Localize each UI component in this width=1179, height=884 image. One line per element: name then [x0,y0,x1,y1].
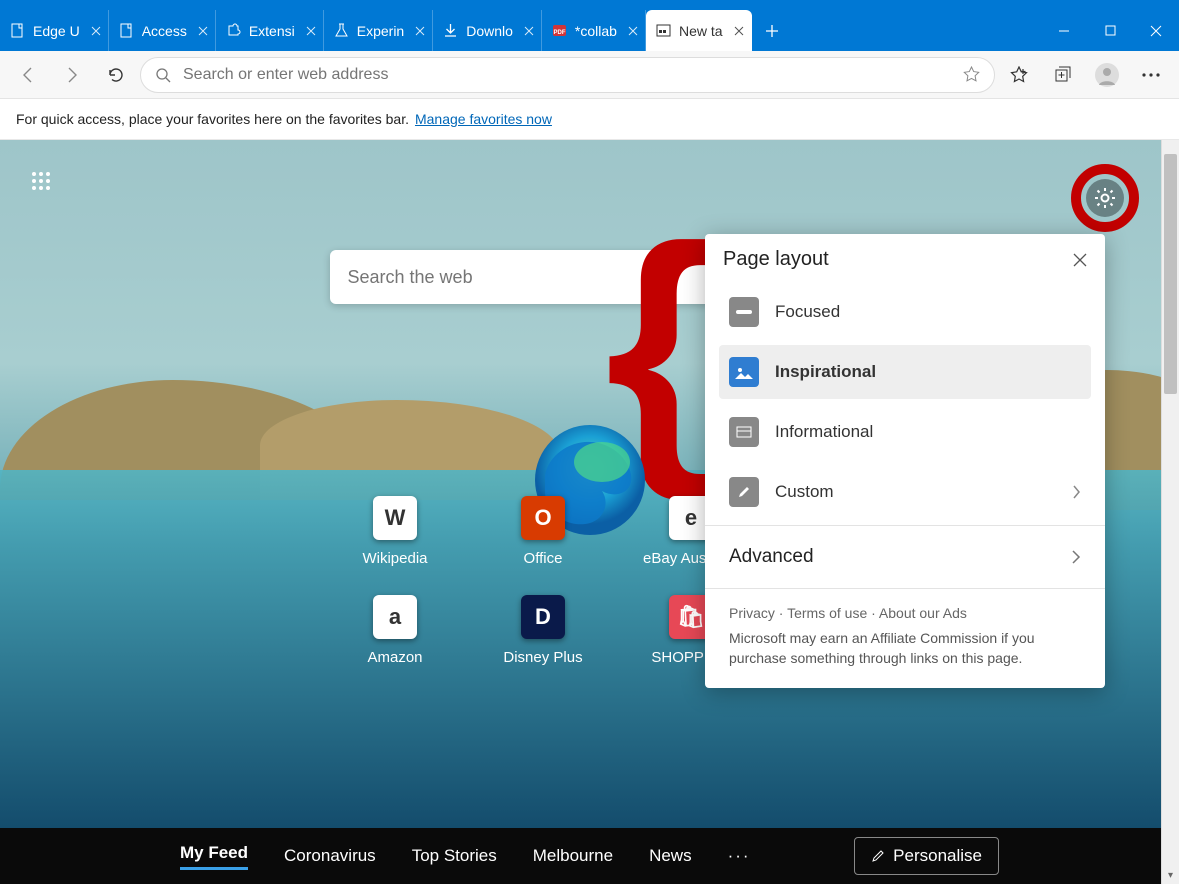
profile-button[interactable] [1087,55,1127,95]
back-button[interactable] [8,55,48,95]
page-settings-button[interactable] [1081,164,1115,198]
tab-close-button[interactable] [303,23,319,39]
quick-link-amazon[interactable]: a Amazon [367,595,422,666]
collections-button[interactable] [1043,55,1083,95]
popover-title: Page layout [723,248,829,271]
tab-access[interactable]: Access [109,10,216,51]
scroll-down-arrow[interactable]: ▾ [1162,866,1179,884]
tab-downlo[interactable]: Downlo [433,10,542,51]
vertical-scrollbar[interactable]: ▾ [1161,140,1179,884]
tab-close-button[interactable] [625,23,641,39]
footer-link-about-our-ads[interactable]: About our Ads [879,605,967,621]
feed-tab-coronavirus[interactable]: Coronavirus [284,846,376,866]
browser-toolbar [0,51,1179,99]
app-launcher-icon[interactable] [24,164,58,198]
feed-tab-top-stories[interactable]: Top Stories [412,846,497,866]
tab-label: Experin [357,23,404,39]
tile-label: Office [524,550,563,567]
page-layout-popover: Page layout Focused Inspirational Informat… [705,234,1105,688]
tab-icon [119,23,134,38]
pencil-icon [871,849,885,863]
layout-option-label: Custom [775,482,834,502]
tile-icon: a [373,595,417,639]
tile-icon: O [521,496,565,540]
window-maximize-button[interactable] [1087,10,1133,51]
svg-text:PDF: PDF [553,30,565,36]
favorites-bar: For quick access, place your favorites h… [0,99,1179,140]
tab-icon [656,23,671,38]
favorites-bar-text: For quick access, place your favorites h… [16,111,409,127]
tab-close-button[interactable] [521,23,537,39]
feed-tab-my-feed[interactable]: My Feed [180,843,248,870]
window-close-button[interactable] [1133,10,1179,51]
new-tab-page: { WWikipediaOOfficeeeBay AustraliaaAmazo… [0,140,1179,884]
refresh-button[interactable] [96,55,136,95]
tile-icon: D [521,595,565,639]
tab-edgeu[interactable]: Edge U [0,10,109,51]
tab-strip: Edge U Access Extensi Experin Downlo PDF *coll… [0,10,1179,51]
layout-option-custom[interactable]: Custom [719,465,1091,519]
manage-favorites-link[interactable]: Manage favorites now [415,111,552,127]
address-bar[interactable] [140,57,995,93]
tab-extensi[interactable]: Extensi [216,10,324,51]
star-outline-icon[interactable] [963,66,980,83]
popover-close-button[interactable] [1073,253,1087,267]
favorites-button[interactable] [999,55,1039,95]
layout-option-label: Inspirational [775,362,876,382]
tab-icon: PDF [552,23,567,38]
tab-close-button[interactable] [195,23,211,39]
chevron-right-icon [1072,485,1081,499]
footer-link-terms-of-use[interactable]: Terms of use [787,605,867,621]
quick-link-disney-plus[interactable]: D Disney Plus [503,595,582,666]
tab-label: Downlo [466,23,513,39]
close-icon [1073,253,1087,267]
tab-label: New ta [679,23,723,39]
layout-option-label: Informational [775,422,873,442]
scrollbar-thumb[interactable] [1164,154,1177,394]
layout-option-focused[interactable]: Focused [719,285,1091,339]
tab-icon [10,23,25,38]
search-icon [155,67,171,83]
tab-close-button[interactable] [412,23,428,39]
feed-tab-melbourne[interactable]: Melbourne [533,846,613,866]
layout-option-label: Focused [775,302,840,322]
tab-label: Edge U [33,23,80,39]
tab-icon [443,23,458,38]
new-tab-button[interactable] [752,10,792,51]
tab-experin[interactable]: Experin [324,10,433,51]
layout-option-inspirational[interactable]: Inspirational [719,345,1091,399]
tab-newta[interactable]: New ta [646,10,752,51]
quick-link-office[interactable]: O Office [521,496,565,567]
tab-label: Extensi [249,23,295,39]
tab-label: Access [142,23,187,39]
feed-tab-news[interactable]: News [649,846,692,866]
footer-link-privacy[interactable]: Privacy [729,605,775,621]
more-button[interactable] [1131,55,1171,95]
tile-label: Amazon [367,649,422,666]
tile-label: Wikipedia [362,550,427,567]
personalise-button[interactable]: Personalise [854,837,999,875]
advanced-settings-row[interactable]: Advanced [705,532,1105,582]
quick-links-grid: WWikipediaOOfficeeeBay AustraliaaAmazonD… [330,496,756,666]
chevron-right-icon [1071,550,1081,564]
feed-bar: My Feed Coronavirus Top Stories Melbourne Ne… [0,828,1179,884]
popover-footer-links: Privacy · Terms of use · About our Ads [705,595,1105,625]
affiliate-disclaimer: Microsoft may earn an Affiliate Commissi… [705,625,1105,678]
tile-label: Disney Plus [503,649,582,666]
feed-more-button[interactable]: ··· [728,846,751,866]
address-input[interactable] [183,66,951,84]
forward-button[interactable] [52,55,92,95]
tab-collab[interactable]: PDF *collab [542,10,646,51]
layout-option-informational[interactable]: Informational [719,405,1091,459]
tab-label: *collab [575,23,617,39]
tab-icon [226,23,241,38]
tab-close-button[interactable] [88,23,104,39]
tile-icon: W [373,496,417,540]
tab-close-button[interactable] [731,23,747,39]
window-minimize-button[interactable] [1041,10,1087,51]
tab-icon [334,23,349,38]
quick-link-wikipedia[interactable]: W Wikipedia [362,496,427,567]
